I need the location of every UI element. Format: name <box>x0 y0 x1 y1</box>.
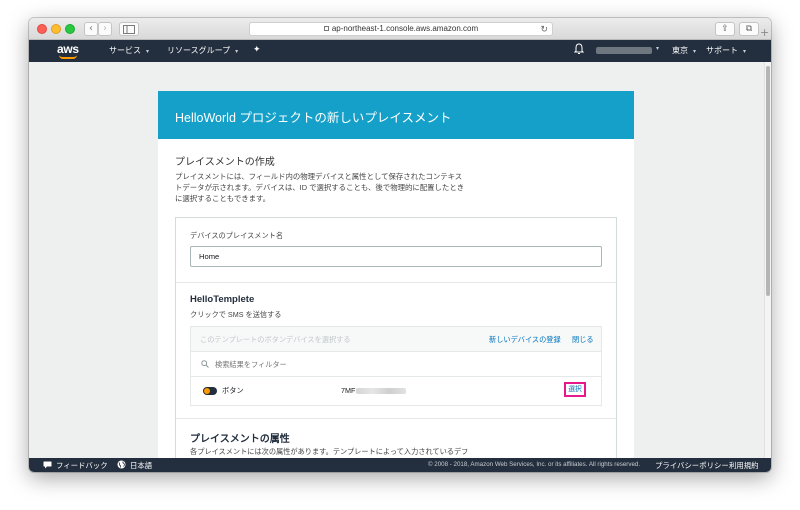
placement-form-panel: デバイスのプレイスメント名 Home HelloTemplete クリックで S… <box>175 217 617 458</box>
minimize-window-button[interactable] <box>51 24 61 34</box>
aws-top-nav: aws サービス ▾ リソースグループ ▾ ✦ ▾ 東京 ▾ サポート ▾ <box>29 40 771 62</box>
page-content: HelloWorld プロジェクトの新しいプレイスメント プレイスメントの作成 … <box>29 62 764 458</box>
device-serial-prefix: 7MF <box>341 386 356 395</box>
show-tabs-button[interactable]: ⧉ <box>739 22 759 36</box>
terms-link[interactable]: 利用規約 <box>729 460 759 471</box>
device-row[interactable]: ボタン 7MF 選択 <box>191 378 601 405</box>
support-menu[interactable]: サポート ▾ <box>706 45 746 56</box>
aws-logo-smile <box>59 55 77 59</box>
globe-icon <box>117 460 126 469</box>
chevron-down-icon: ▾ <box>235 49 239 55</box>
region-menu[interactable]: 東京 ▾ <box>672 45 696 56</box>
device-serial: 7MF <box>341 386 407 395</box>
zoom-window-button[interactable] <box>65 24 75 34</box>
privacy-policy-link[interactable]: プライバシーポリシー <box>655 460 729 471</box>
page-title: HelloWorld プロジェクトの新しいプレイスメント <box>175 111 452 125</box>
section-title: プレイスメントの作成 <box>175 157 275 168</box>
resource-groups-menu[interactable]: リソースグループ ▾ <box>167 45 238 56</box>
bell-icon[interactable] <box>574 43 584 55</box>
scrollbar-thumb[interactable] <box>766 66 770 296</box>
card-header: HelloWorld プロジェクトの新しいプレイスメント <box>158 91 634 139</box>
chevron-down-icon: ▾ <box>743 49 747 55</box>
account-name-redacted[interactable] <box>596 47 652 54</box>
sidebar-toggle-button[interactable] <box>119 22 139 36</box>
tabs-icon: ⧉ <box>745 24 753 34</box>
address-text: ap-northeast-1.console.aws.amazon.com <box>331 24 479 33</box>
aws-footer: フィードバック 日本語 © 2008 - 2018, Amazon Web Se… <box>29 458 771 472</box>
aws-logo[interactable]: aws <box>57 42 79 56</box>
reload-icon[interactable]: ↻ <box>540 23 548 35</box>
divider <box>176 282 616 283</box>
browser-window: ‹ › ap-northeast-1.console.aws.amazon.co… <box>29 18 771 472</box>
close-window-button[interactable] <box>37 24 47 34</box>
divider <box>176 418 616 419</box>
forward-button[interactable]: › <box>98 22 112 36</box>
device-filter <box>191 353 601 377</box>
support-label: サポート <box>706 46 738 55</box>
button-device-icon <box>203 387 217 395</box>
speech-bubble-icon <box>43 461 52 469</box>
sidebar-icon <box>123 25 135 34</box>
feedback-link[interactable]: フィードバック <box>56 460 108 471</box>
close-link[interactable]: 閉じる <box>572 335 594 345</box>
search-icon <box>201 360 209 368</box>
chevron-down-icon: ▾ <box>693 49 697 55</box>
section-description: プレイスメントには、フィールド内の物理デバイスと属性として保存されたコンテキスト… <box>175 172 465 203</box>
select-device-button[interactable]: 選択 <box>564 382 586 397</box>
template-title: HelloTemplete <box>190 294 255 305</box>
register-device-link[interactable]: 新しいデバイスの登録 <box>489 335 561 345</box>
back-button[interactable]: ‹ <box>84 22 98 36</box>
device-selector-header: このテンプレートのボタンデバイスを選択する 新しいデバイスの登録 閉じる <box>191 327 601 352</box>
share-icon: ⇪ <box>721 24 729 34</box>
lock-icon <box>323 26 329 31</box>
new-tab-button[interactable]: + <box>760 26 769 39</box>
attributes-title: プレイスメントの属性 <box>190 434 290 445</box>
device-name: ボタン <box>222 386 244 395</box>
resource-groups-label: リソースグループ <box>167 46 231 55</box>
share-button[interactable]: ⇪ <box>715 22 735 36</box>
template-subtitle: クリックで SMS を送信する <box>190 310 282 319</box>
services-menu[interactable]: サービス ▾ <box>109 45 149 56</box>
pin-icon[interactable]: ✦ <box>253 44 261 55</box>
placement-name-input[interactable]: Home <box>190 246 602 267</box>
device-serial-redacted <box>356 388 407 395</box>
services-label: サービス <box>109 46 141 55</box>
device-selector: このテンプレートのボタンデバイスを選択する 新しいデバイスの登録 閉じる ボ <box>190 326 602 406</box>
vertical-scrollbar[interactable] <box>764 62 771 458</box>
filter-input[interactable] <box>215 358 515 371</box>
device-selector-hint: このテンプレートのボタンデバイスを選択する <box>200 335 351 344</box>
button-device-knob <box>204 388 210 394</box>
language-selector[interactable]: 日本語 <box>130 460 152 471</box>
chevron-left-icon: ‹ <box>89 23 93 34</box>
placement-name-label: デバイスのプレイスメント名 <box>190 231 284 240</box>
new-placement-card: HelloWorld プロジェクトの新しいプレイスメント プレイスメントの作成 … <box>158 91 634 458</box>
copyright: © 2008 - 2018, Amazon Web Services, Inc.… <box>428 461 641 468</box>
chevron-down-icon: ▾ <box>146 49 150 55</box>
chevron-down-icon: ▾ <box>656 46 660 52</box>
chevron-right-icon: › <box>103 23 107 34</box>
address-bar[interactable]: ap-northeast-1.console.aws.amazon.com ↻ <box>249 22 553 36</box>
region-label: 東京 <box>672 46 688 55</box>
browser-toolbar: ‹ › ap-northeast-1.console.aws.amazon.co… <box>29 18 771 40</box>
attributes-description: 各プレイスメントには次の属性があります。テンプレートによって入力されているデフ <box>190 447 469 456</box>
